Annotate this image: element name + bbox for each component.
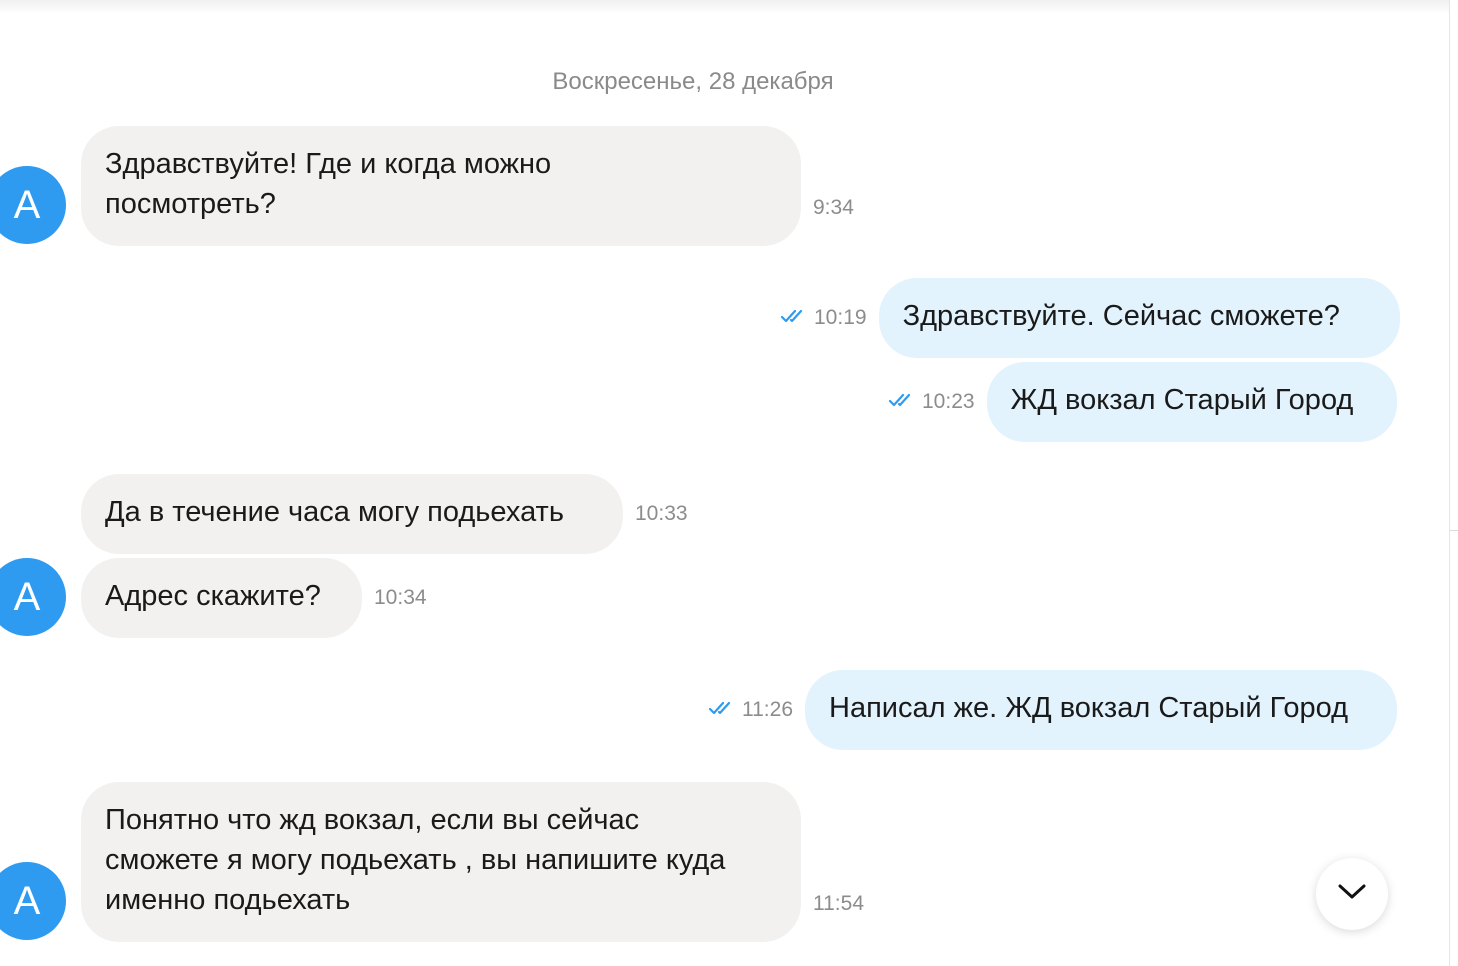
- message-time: 9:34: [813, 196, 854, 219]
- message-time-wrap: 10:19: [780, 306, 867, 330]
- message-outgoing: 11:26 Написал же. ЖД вокзал Старый Город: [708, 670, 1397, 750]
- message-incoming: Здравствуйте! Где и когда можно посмотре…: [81, 126, 854, 246]
- avatar[interactable]: А: [0, 558, 66, 636]
- avatar[interactable]: А: [0, 862, 66, 940]
- top-shadow: [0, 0, 1450, 14]
- message-incoming: Понятно что жд вокзал, если вы сейчас см…: [81, 782, 864, 942]
- double-check-icon: [780, 306, 808, 330]
- message-text-line: именно подьехать: [105, 884, 351, 916]
- scroll-down-button[interactable]: [1316, 858, 1388, 930]
- chevron-down-icon: [1336, 882, 1368, 907]
- message-time-wrap: 10:23: [888, 390, 975, 414]
- message-bubble[interactable]: Адрес скажите?: [81, 558, 362, 638]
- message-text-line: сможете я могу подьехать , вы напишите к…: [105, 844, 726, 876]
- scrollbar-thumb[interactable]: [1450, 0, 1458, 531]
- double-check-icon: [708, 698, 736, 722]
- message-time: 10:33: [635, 502, 688, 525]
- avatar[interactable]: А: [0, 166, 66, 244]
- message-incoming: Адрес скажите? 10:34: [81, 558, 427, 638]
- message-time: 10:34: [374, 586, 427, 609]
- message-text-line: Понятно что жд вокзал, если вы сейчас: [105, 804, 640, 836]
- message-text-line: посмотреть?: [105, 188, 276, 220]
- message-bubble[interactable]: Да в течение часа могу подьехать: [81, 474, 623, 554]
- message-incoming: Да в течение часа могу подьехать 10:33: [81, 474, 688, 554]
- message-time: 11:54: [813, 892, 864, 915]
- scrollbar[interactable]: [1449, 0, 1458, 966]
- message-bubble[interactable]: ЖД вокзал Старый Город: [986, 362, 1397, 442]
- message-outgoing: 10:23 ЖД вокзал Старый Город: [888, 362, 1397, 442]
- chat-window: Воскресенье, 28 декабря А Здравствуйте! …: [0, 0, 1458, 966]
- message-time: 11:26: [742, 698, 793, 721]
- message-bubble[interactable]: Понятно что жд вокзал, если вы сейчас см…: [81, 782, 801, 942]
- double-check-icon: [888, 390, 916, 414]
- message-time: 10:23: [922, 390, 975, 413]
- message-bubble[interactable]: Написал же. ЖД вокзал Старый Город: [805, 670, 1397, 750]
- message-bubble[interactable]: Здравствуйте! Где и когда можно посмотре…: [81, 126, 801, 246]
- message-outgoing: 10:19 Здравствуйте. Сейчас сможете?: [780, 278, 1400, 358]
- date-divider: Воскресенье, 28 декабря: [552, 68, 834, 95]
- message-bubble[interactable]: Здравствуйте. Сейчас сможете?: [878, 278, 1400, 358]
- message-text-line: Здравствуйте! Где и когда можно: [105, 148, 552, 180]
- message-time: 10:19: [814, 306, 867, 329]
- message-time-wrap: 11:26: [708, 698, 793, 722]
